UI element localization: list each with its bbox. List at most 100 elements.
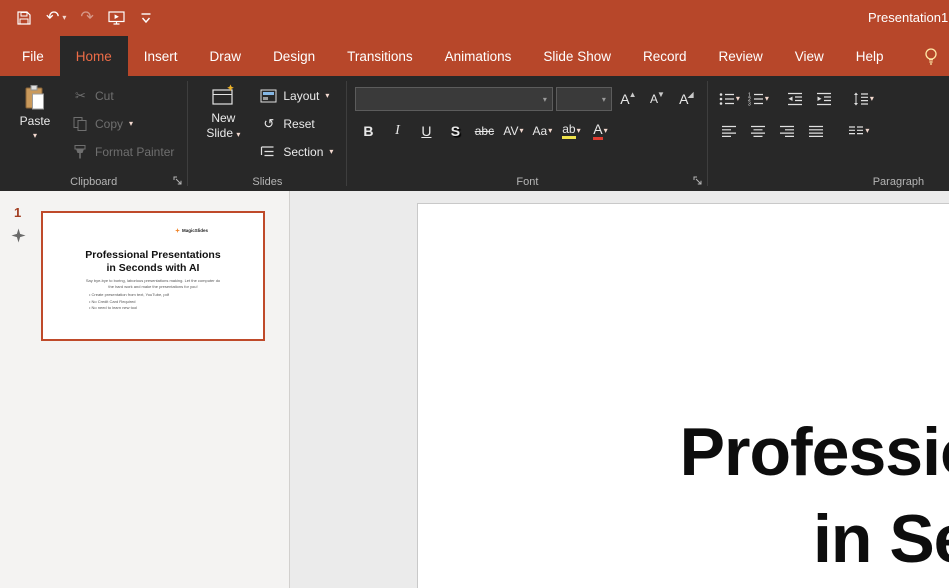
font-controls: ▾ ▾ A▲ A▼ A◢ B I U S abc AV▾	[355, 81, 699, 171]
align-left-button[interactable]	[716, 119, 742, 143]
slide-1-thumbnail[interactable]: MagicSlides Professional Presentations i…	[41, 211, 265, 341]
font-group: ▾ ▾ A▲ A▼ A◢ B I U S abc AV▾	[347, 76, 707, 191]
decrease-arrow-icon: ▼	[657, 90, 665, 99]
new-slide-dropdown-icon: ▾	[236, 130, 240, 139]
slide-title-line1: Professional Presentations	[418, 409, 949, 496]
align-left-icon	[722, 125, 737, 138]
decrease-indent-button[interactable]	[782, 87, 808, 111]
format-painter-button[interactable]: Format Painter	[67, 138, 179, 165]
layout-dropdown-icon: ▾	[325, 92, 329, 100]
font-dialog-launcher[interactable]	[693, 176, 703, 186]
tab-animations[interactable]: Animations	[429, 36, 528, 76]
clipboard-dialog-launcher[interactable]	[173, 176, 183, 186]
ribbon: Paste ▾ ✂ Cut Copy ▾	[0, 76, 949, 191]
new-slide-button[interactable]: New Slide ▾	[196, 81, 250, 171]
copy-button[interactable]: Copy ▾	[67, 110, 179, 137]
thumbnail-bullet: No need to learn new tool	[89, 305, 263, 311]
animation-indicator-icon[interactable]	[11, 228, 26, 243]
tab-design[interactable]: Design	[257, 36, 331, 76]
bullets-dropdown-icon: ▾	[736, 95, 740, 103]
font-color-button[interactable]: A▾	[587, 119, 613, 143]
increase-indent-button[interactable]	[811, 87, 837, 111]
thumbnail-title: Professional Presentations in Seconds wi…	[43, 249, 263, 274]
bold-button[interactable]: B	[355, 119, 381, 143]
thumbnail-logo: MagicSlides	[175, 228, 208, 233]
text-highlight-button[interactable]: ab▾	[558, 119, 584, 143]
svg-text:3: 3	[748, 102, 751, 107]
reset-button[interactable]: ↺ Reset	[255, 110, 338, 137]
font-name-combo[interactable]: ▾	[355, 87, 553, 111]
columns-button[interactable]: ▾	[846, 119, 872, 143]
font-size-combo[interactable]: ▾	[556, 87, 612, 111]
increase-font-size-button[interactable]: A▲	[615, 87, 641, 111]
slide-number: 1	[14, 205, 21, 220]
tab-transitions[interactable]: Transitions	[331, 36, 429, 76]
quick-access-toolbar: ↶ ▾ ↷	[0, 10, 153, 26]
section-icon	[260, 145, 277, 158]
thumbnail-bullet-list: Create presentation from text, YouTube, …	[43, 292, 263, 311]
clipboard-group: Paste ▾ ✂ Cut Copy ▾	[0, 76, 187, 191]
numbering-button[interactable]: 123 ▾	[745, 87, 771, 111]
strikethrough-button[interactable]: abc	[471, 119, 497, 143]
underline-button[interactable]: U	[413, 119, 439, 143]
undo-button[interactable]: ↶ ▾	[46, 10, 66, 26]
tab-slide-show[interactable]: Slide Show	[527, 36, 627, 76]
font-size-dropdown-icon: ▾	[596, 95, 611, 104]
line-spacing-dropdown-icon: ▾	[870, 95, 874, 103]
section-button[interactable]: Section ▾	[255, 138, 338, 165]
thumbnail-logo-text: MagicSlides	[182, 228, 208, 233]
format-painter-icon	[72, 144, 89, 160]
paste-label: Paste	[20, 114, 51, 129]
justify-button[interactable]	[803, 119, 829, 143]
increase-arrow-icon: ▲	[629, 90, 637, 99]
customize-qat-button[interactable]	[139, 12, 153, 25]
slideshow-monitor-icon	[108, 10, 125, 26]
document-title: Presentation1	[868, 0, 948, 36]
tab-view[interactable]: View	[779, 36, 840, 76]
clear-formatting-button[interactable]: A◢	[673, 87, 699, 111]
start-slideshow-button[interactable]	[108, 10, 125, 26]
dialog-launcher-icon	[173, 176, 183, 186]
align-center-button[interactable]	[745, 119, 771, 143]
numbering-dropdown-icon: ▾	[765, 95, 769, 103]
cut-button[interactable]: ✂ Cut	[67, 82, 179, 109]
line-spacing-button[interactable]: ▾	[850, 87, 876, 111]
paragraph-group-label: Paragraph	[708, 176, 949, 188]
slide-title[interactable]: Professional Presentations in Seconds wi…	[418, 409, 949, 583]
paste-dropdown-icon: ▾	[33, 132, 37, 140]
save-button[interactable]	[16, 10, 32, 26]
columns-dropdown-icon: ▾	[865, 127, 869, 135]
section-label: Section	[283, 145, 323, 159]
bullets-button[interactable]: ▾	[716, 87, 742, 111]
change-case-button[interactable]: Aa▾	[529, 119, 555, 143]
slide-editing-surface[interactable]: MagicSlides Professional Presentations i…	[417, 203, 949, 588]
redo-button[interactable]: ↷	[80, 10, 93, 26]
powerpoint-window: ↶ ▾ ↷ Presentation1 File Home Insert Dra…	[0, 0, 949, 588]
text-shadow-button[interactable]: S	[442, 119, 468, 143]
tab-insert[interactable]: Insert	[128, 36, 194, 76]
align-right-button[interactable]	[774, 119, 800, 143]
tab-home[interactable]: Home	[60, 36, 128, 76]
paragraph-group: ▾ 123 ▾ ▾	[708, 76, 949, 191]
copy-label: Copy	[95, 117, 123, 131]
slides-group-label: Slides	[188, 176, 346, 188]
layout-button[interactable]: Layout ▾	[255, 82, 338, 109]
copy-dropdown-icon: ▾	[129, 120, 133, 128]
align-right-icon	[780, 125, 795, 138]
tab-record[interactable]: Record	[627, 36, 703, 76]
character-spacing-button[interactable]: AV▾	[500, 119, 526, 143]
tab-file[interactable]: File	[6, 36, 60, 76]
editing-canvas[interactable]: MagicSlides Professional Presentations i…	[290, 191, 949, 588]
decrease-font-size-button[interactable]: A▼	[644, 87, 670, 111]
italic-button[interactable]: I	[384, 119, 410, 143]
tell-me-button[interactable]	[922, 46, 940, 66]
bullets-icon	[719, 92, 735, 106]
paste-button[interactable]: Paste ▾	[8, 81, 62, 171]
paste-icon	[23, 84, 47, 111]
tab-review[interactable]: Review	[703, 36, 779, 76]
align-center-icon	[751, 125, 766, 138]
tab-help[interactable]: Help	[840, 36, 900, 76]
tab-draw[interactable]: Draw	[194, 36, 258, 76]
redo-icon: ↷	[80, 10, 93, 26]
customize-qat-icon	[139, 12, 153, 25]
